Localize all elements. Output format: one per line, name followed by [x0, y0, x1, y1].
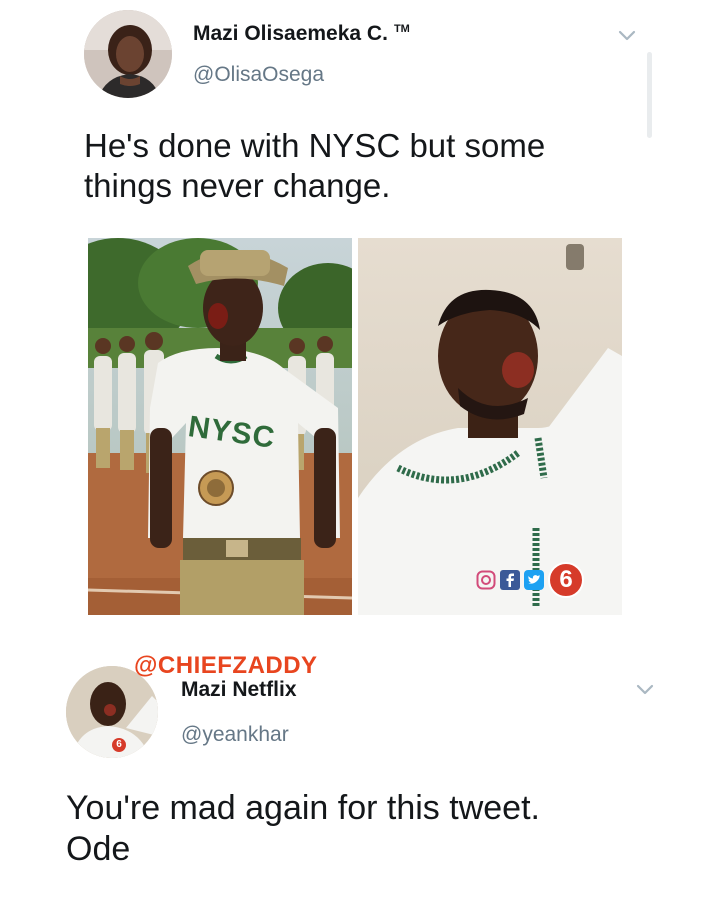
- author-name[interactable]: Mazi Olisaemeka C. TM: [193, 22, 410, 46]
- tweet-photo-left[interactable]: NYSC: [88, 238, 352, 615]
- trademark-label: TM: [393, 23, 410, 35]
- tweet-photo-right[interactable]: 6: [358, 238, 622, 615]
- tweet-text-line: You're mad again for this tweet.: [66, 789, 540, 827]
- author-name-text[interactable]: Mazi Olisaemeka C.: [193, 22, 388, 45]
- avatar-image: [84, 10, 172, 98]
- tweet-text: You're mad again for this tweet. Ode: [66, 788, 540, 871]
- chevron-down-icon[interactable]: [616, 24, 638, 46]
- watermark: @CHIEFZADDY: [134, 652, 318, 679]
- scrollbar[interactable]: [647, 52, 652, 138]
- chevron-down-icon[interactable]: [634, 678, 656, 700]
- photo-shout-image: [358, 238, 622, 615]
- author-handle[interactable]: @OlisaOsega: [193, 63, 324, 87]
- author-handle[interactable]: @yeankhar: [181, 723, 289, 747]
- tweet-card: Mazi Olisaemeka C. TM @OlisaOsega He's do…: [0, 0, 720, 640]
- tweet-card: 6 @CHIEFZADDY Mazi Netflix @yeankhar You…: [0, 640, 720, 904]
- author-name[interactable]: Mazi Netflix: [181, 678, 297, 702]
- avatar-badge-label: 6: [116, 739, 122, 750]
- facebook-icon: [500, 570, 520, 590]
- instagram-icon: [476, 570, 496, 590]
- tweet-text-line: He's done with NYSC but some: [84, 127, 546, 164]
- tweet-text-line: Ode: [66, 830, 131, 869]
- twitter-icon: [524, 570, 544, 590]
- tweet-text-line: things never change.: [84, 167, 391, 205]
- avatar[interactable]: [84, 10, 172, 98]
- avatar-badge: 6: [112, 738, 126, 752]
- tweet-text: He's done with NYSC but some things neve…: [84, 126, 545, 207]
- channel-badge-label: 6: [559, 566, 573, 593]
- channel-badge: 6: [548, 562, 584, 598]
